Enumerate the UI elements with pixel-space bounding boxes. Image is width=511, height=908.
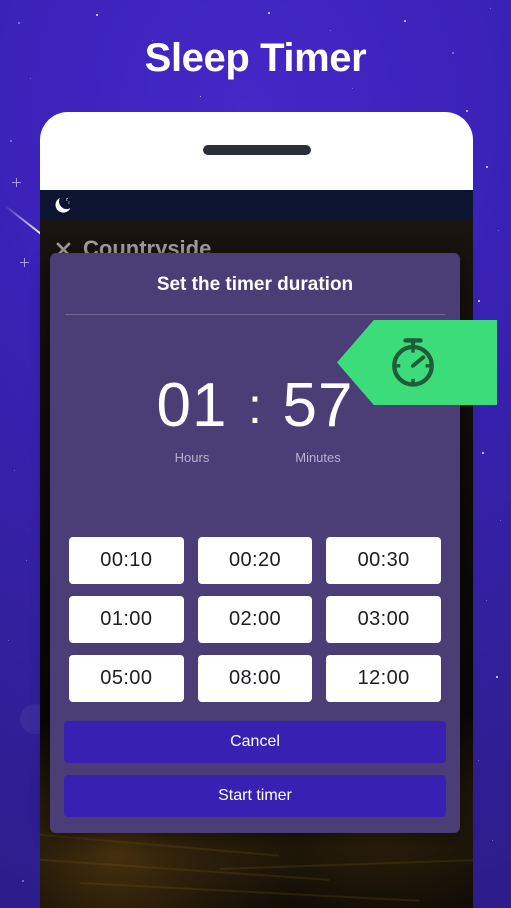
- preset-button[interactable]: 00:30: [326, 537, 441, 584]
- minutes-value[interactable]: 57: [272, 375, 364, 437]
- svg-text:z: z: [68, 201, 70, 205]
- status-bar: z z: [40, 190, 473, 220]
- preset-button[interactable]: 00:20: [197, 537, 313, 584]
- preset-grid: 00:10 00:20 00:30 01:00 02:00 03:00 05:0…: [50, 465, 460, 702]
- timer-duration-dialog: Set the timer duration 01 : 57 Hours Min…: [50, 253, 497, 833]
- start-timer-button[interactable]: Start timer: [64, 775, 446, 817]
- phone-speaker: [202, 145, 311, 155]
- time-unit-row: Hours Minutes: [50, 450, 460, 465]
- preset-button[interactable]: 05:00: [69, 655, 184, 702]
- hours-label: Hours: [174, 450, 210, 465]
- page-title: Sleep Timer: [144, 36, 367, 80]
- preset-button[interactable]: 08:00: [197, 655, 313, 702]
- preset-button[interactable]: 00:10: [69, 537, 184, 584]
- hours-value[interactable]: 01: [146, 375, 238, 437]
- cancel-button[interactable]: Cancel: [64, 721, 446, 763]
- preset-button[interactable]: 02:00: [197, 596, 313, 643]
- dialog-title: Set the timer duration: [156, 274, 354, 295]
- dialog-actions: Cancel Start timer: [50, 702, 460, 833]
- minutes-label: Minutes: [295, 450, 341, 465]
- preset-button[interactable]: 12:00: [326, 655, 441, 702]
- time-separator: :: [248, 378, 262, 434]
- app-root: Sleep Timer z z Countryside Set the time…: [0, 0, 511, 908]
- moon-sleep-icon: z z: [52, 194, 74, 216]
- preset-button[interactable]: 01:00: [69, 596, 184, 643]
- preset-button[interactable]: 03:00: [326, 596, 441, 643]
